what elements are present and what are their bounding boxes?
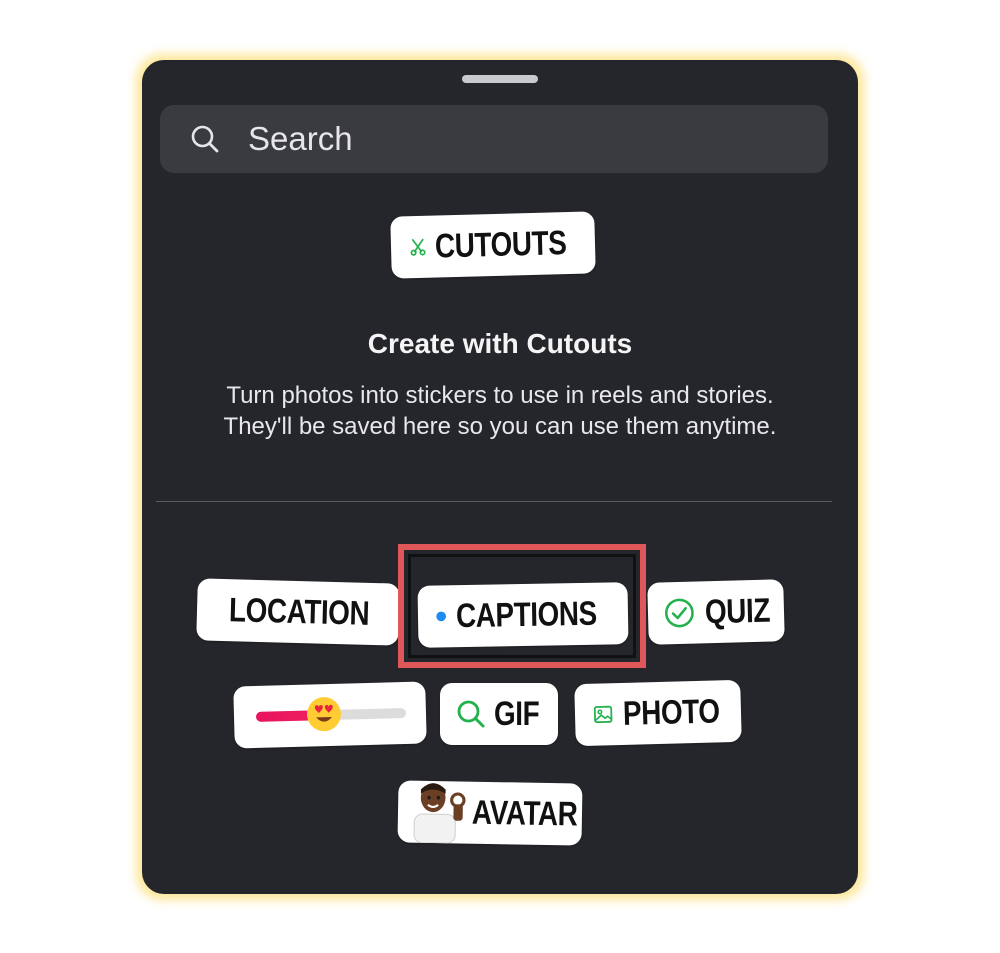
gif-label: GIF: [494, 694, 540, 733]
avatar-sticker[interactable]: AVATAR: [397, 780, 583, 846]
quiz-sticker[interactable]: QUIZ: [647, 579, 785, 645]
search-input[interactable]: [246, 108, 828, 170]
quiz-label: QUIZ: [704, 591, 771, 631]
search-icon: [191, 125, 219, 153]
gif-sticker[interactable]: GIF: [440, 683, 558, 745]
check-circle-icon: [665, 598, 694, 628]
search-icon: [457, 700, 485, 728]
cutouts-label: CUTOUTS: [434, 223, 567, 266]
section-divider: [156, 501, 832, 502]
image-icon: [593, 705, 613, 724]
location-sticker[interactable]: LOCATION: [196, 578, 400, 646]
cutouts-description: Turn photos into stickers to use in reel…: [223, 382, 777, 440]
captions-label: CAPTIONS: [455, 594, 598, 635]
scissors-icon: [410, 238, 426, 256]
sticker-tray: CUTOUTS Create with Cutouts Turn photos …: [142, 60, 858, 894]
avatar-label: AVATAR: [471, 793, 578, 834]
heart-eyes-emoji-icon[interactable]: [305, 696, 342, 733]
photo-label: PHOTO: [622, 691, 721, 733]
photo-sticker[interactable]: PHOTO: [574, 679, 742, 747]
cutouts-heading: Create with Cutouts: [367, 328, 633, 359]
emoji-slider-sticker[interactable]: [233, 681, 427, 749]
location-pin-icon: [217, 594, 218, 626]
drag-handle[interactable]: [462, 75, 538, 83]
avatar-icon: [413, 783, 466, 844]
cutouts-sticker[interactable]: CUTOUTS: [390, 211, 596, 279]
location-label: LOCATION: [228, 590, 370, 633]
search-bar[interactable]: [160, 105, 828, 173]
captions-sticker[interactable]: CC CAPTIONS: [417, 582, 629, 648]
